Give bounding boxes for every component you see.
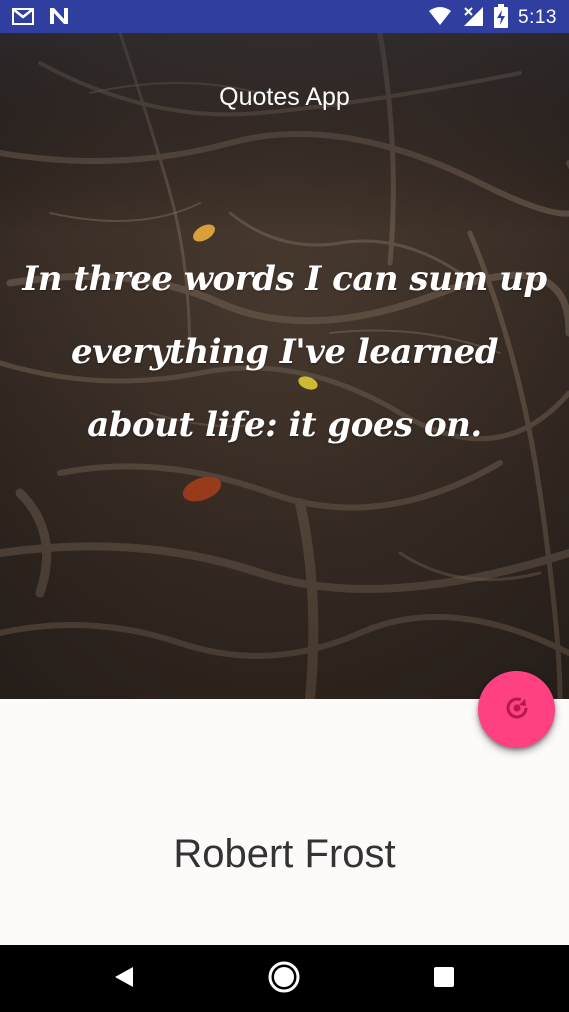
quote-text: In three words I can sum up everything I… (22, 259, 547, 445)
gmail-icon (12, 7, 34, 29)
screen: 5:13 Quotes App In three words I can sum… (0, 0, 569, 1012)
recents-button[interactable] (424, 959, 464, 999)
status-right: 5:13 (428, 4, 557, 32)
author-name: Robert Frost (173, 832, 396, 876)
status-bar: 5:13 (0, 0, 569, 33)
n-notification-icon (48, 6, 70, 30)
back-button[interactable] (104, 959, 144, 999)
refresh-quote-button[interactable] (478, 671, 555, 748)
refresh-icon (504, 695, 530, 725)
back-icon (113, 965, 135, 993)
recents-icon (433, 966, 455, 992)
cell-signal-off-icon (462, 5, 484, 31)
hero-image-area: Quotes App In three words I can sum up e… (0, 33, 569, 699)
app-title: Quotes App (219, 83, 350, 111)
home-button[interactable] (264, 959, 304, 999)
status-left (12, 6, 70, 30)
battery-charging-icon (494, 4, 509, 32)
status-time: 5:13 (518, 7, 557, 28)
navigation-bar (0, 945, 569, 1012)
home-icon (267, 960, 301, 998)
wifi-icon (428, 6, 452, 30)
